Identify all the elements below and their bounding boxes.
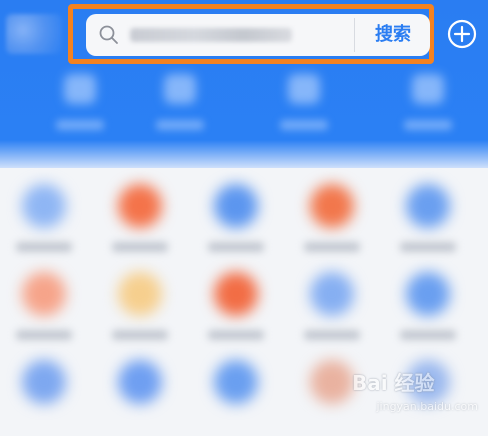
app-grid-item[interactable] (204, 360, 268, 436)
app-grid-item[interactable] (12, 184, 76, 260)
header-quick-entry[interactable] (152, 74, 208, 144)
app-grid-item[interactable] (12, 272, 76, 348)
app-label-blurred (304, 330, 360, 340)
app-header: 搜索 (0, 0, 488, 168)
watermark: Bai 经验 jingyan.baidu.com (352, 363, 478, 415)
quick-entry-label-blurred (156, 120, 204, 130)
quick-entry-label-blurred (404, 120, 452, 130)
app-icon (214, 184, 258, 228)
app-icon (214, 272, 258, 316)
app-icon (406, 272, 450, 316)
quick-entry-icon (288, 74, 320, 104)
app-label-blurred (400, 242, 456, 252)
app-grid-item[interactable] (396, 184, 460, 260)
app-grid-item[interactable] (12, 360, 76, 436)
app-label-blurred (16, 242, 72, 252)
add-button[interactable] (446, 18, 478, 50)
app-icon (118, 360, 162, 404)
app-icon (22, 360, 66, 404)
quick-entry-icon (164, 74, 196, 104)
app-label-blurred (400, 330, 456, 340)
app-icon (310, 272, 354, 316)
app-grid-item[interactable] (204, 184, 268, 260)
app-icon (118, 184, 162, 228)
app-icon (310, 184, 354, 228)
app-icon (22, 272, 66, 316)
app-icon (310, 360, 354, 404)
watermark-logo: Bai 经验 (352, 371, 435, 395)
quick-entry-icon (412, 74, 444, 104)
quick-entry-icon (64, 74, 96, 104)
search-input[interactable] (126, 24, 346, 46)
quick-entry-label-blurred (280, 120, 328, 130)
plus-circle-icon (447, 19, 477, 49)
header-quick-entry[interactable] (276, 74, 332, 144)
app-icon (22, 184, 66, 228)
app-label-blurred (208, 330, 264, 340)
app-grid-item[interactable] (300, 184, 364, 260)
avatar[interactable] (6, 14, 62, 54)
watermark-url: jingyan.baidu.com (376, 400, 478, 413)
quick-entry-label-blurred (56, 120, 104, 130)
app-label-blurred (112, 330, 168, 340)
app-icon (118, 272, 162, 316)
app-label-blurred (16, 330, 72, 340)
app-grid-item[interactable] (300, 272, 364, 348)
app-label-blurred (304, 242, 360, 252)
app-icon (214, 360, 258, 404)
search-icon (99, 25, 118, 44)
app-icon (406, 184, 450, 228)
search-divider (354, 18, 355, 52)
app-grid-item[interactable] (396, 272, 460, 348)
search-button[interactable]: 搜索 (362, 18, 424, 52)
app-grid-item[interactable] (108, 360, 172, 436)
search-bar[interactable]: 搜索 (86, 14, 430, 56)
app-grid-item[interactable] (204, 272, 268, 348)
app-label-blurred (208, 242, 264, 252)
header-quick-entry[interactable] (52, 74, 108, 144)
app-grid-item[interactable] (108, 272, 172, 348)
app-grid-item[interactable] (108, 184, 172, 260)
header-quick-entry[interactable] (400, 74, 456, 144)
app-label-blurred (112, 242, 168, 252)
